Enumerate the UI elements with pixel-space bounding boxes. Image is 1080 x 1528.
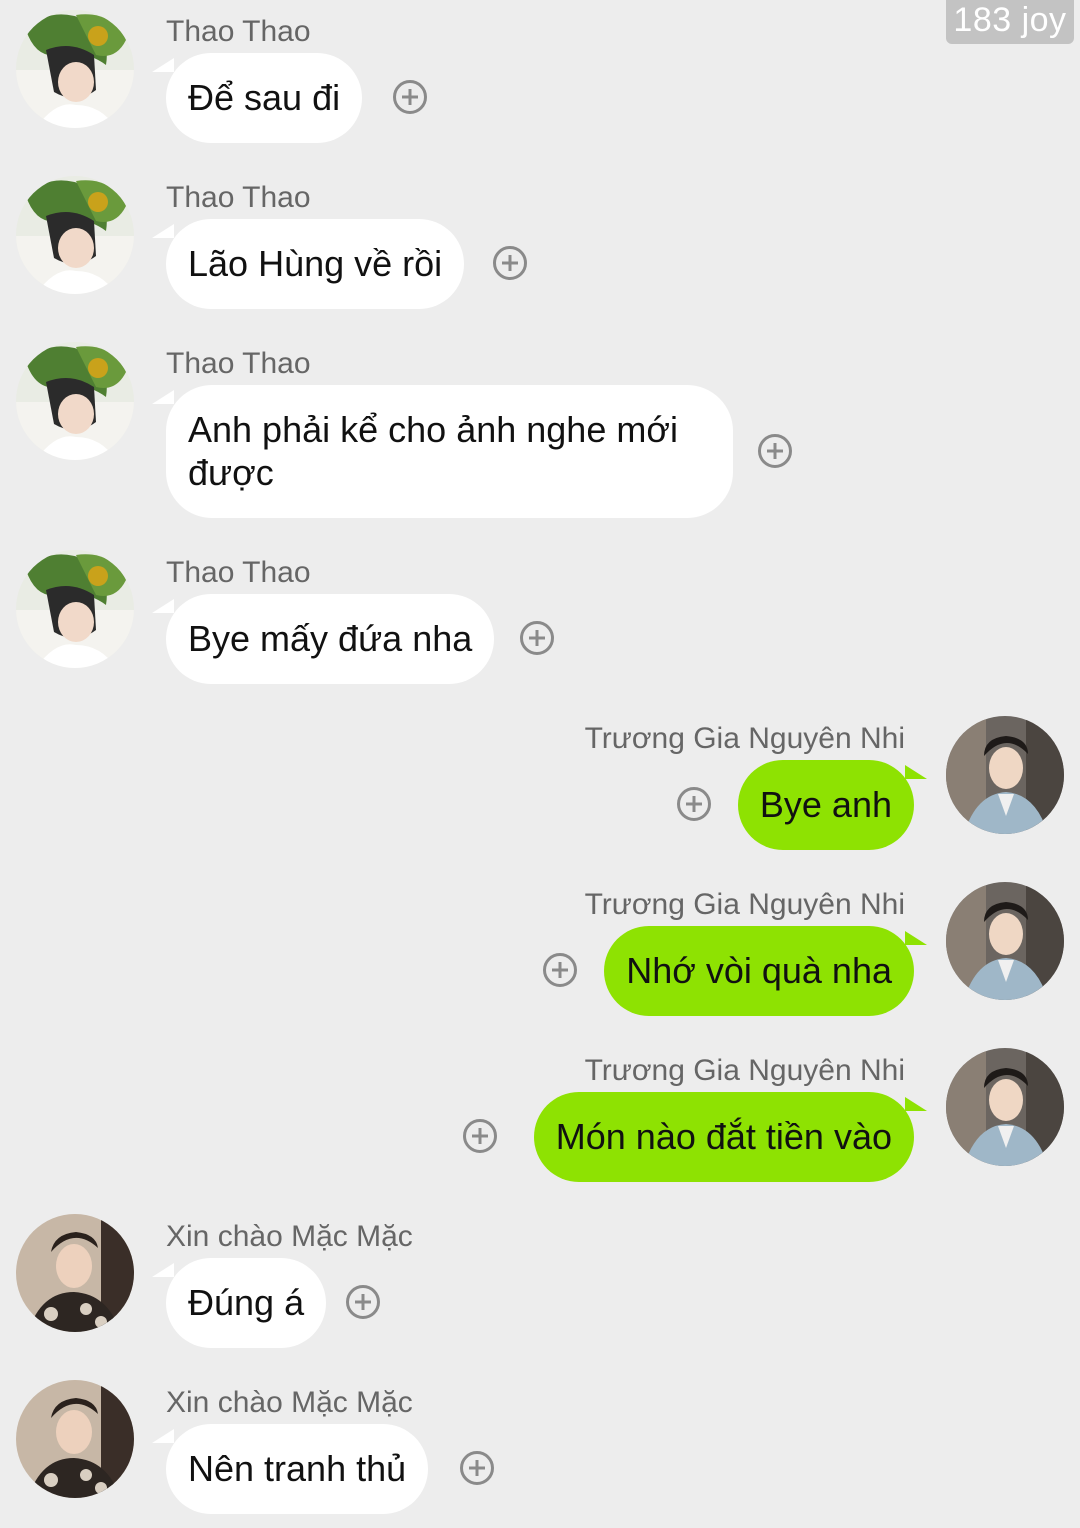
add-reaction-icon[interactable] bbox=[463, 1119, 497, 1153]
bubble-tail bbox=[905, 1097, 927, 1111]
bubble-tail bbox=[152, 1429, 174, 1443]
message-bubble[interactable]: Bye mấy đứa nha bbox=[166, 594, 495, 684]
message-bubble[interactable]: Lão Hùng về rồi bbox=[166, 219, 465, 309]
avatar[interactable] bbox=[946, 716, 1064, 834]
sender-name: Thao Thao bbox=[166, 15, 311, 48]
sender-name: Thao Thao bbox=[166, 556, 311, 589]
add-reaction-icon[interactable] bbox=[346, 1285, 380, 1319]
message-bubble[interactable]: Đúng á bbox=[166, 1258, 327, 1348]
add-reaction-icon[interactable] bbox=[543, 953, 577, 987]
message-bubble[interactable]: Nhớ vòi quà nha bbox=[604, 926, 914, 1016]
add-reaction-icon[interactable] bbox=[520, 621, 554, 655]
sender-name: Xin chào Mặc Mặc bbox=[166, 1386, 413, 1419]
avatar[interactable] bbox=[16, 342, 134, 460]
add-reaction-icon[interactable] bbox=[460, 1451, 494, 1485]
sender-name: Trương Gia Nguyên Nhi bbox=[584, 722, 905, 755]
bubble-tail bbox=[152, 599, 174, 613]
add-reaction-icon[interactable] bbox=[493, 246, 527, 280]
message-bubble[interactable]: Món nào đắt tiền vào bbox=[533, 1092, 914, 1182]
sender-name: Thao Thao bbox=[166, 181, 311, 214]
sender-name: Trương Gia Nguyên Nhi bbox=[584, 888, 905, 921]
avatar[interactable] bbox=[16, 176, 134, 294]
message-bubble[interactable]: Nên tranh thủ bbox=[166, 1424, 429, 1514]
sender-name: Trương Gia Nguyên Nhi bbox=[584, 1054, 905, 1087]
message-bubble[interactable]: Anh phải kể cho ảnh nghe mới được bbox=[166, 385, 733, 518]
add-reaction-icon[interactable] bbox=[393, 80, 427, 114]
bubble-tail bbox=[905, 765, 927, 779]
add-reaction-icon[interactable] bbox=[677, 787, 711, 821]
message-bubble[interactable]: Để sau đi bbox=[166, 53, 363, 143]
bubble-tail bbox=[152, 1263, 174, 1277]
watermark: 183 joy bbox=[946, 0, 1074, 44]
sender-name: Xin chào Mặc Mặc bbox=[166, 1220, 413, 1253]
bubble-tail bbox=[152, 224, 174, 238]
avatar[interactable] bbox=[946, 882, 1064, 1000]
message-bubble[interactable]: Bye anh bbox=[737, 760, 914, 850]
bubble-tail bbox=[905, 931, 927, 945]
avatar[interactable] bbox=[16, 10, 134, 128]
avatar[interactable] bbox=[16, 1214, 134, 1332]
avatar[interactable] bbox=[16, 550, 134, 668]
avatar[interactable] bbox=[946, 1048, 1064, 1166]
bubble-tail bbox=[152, 390, 174, 404]
bubble-tail bbox=[152, 58, 174, 72]
add-reaction-icon[interactable] bbox=[758, 434, 792, 468]
avatar[interactable] bbox=[16, 1380, 134, 1498]
sender-name: Thao Thao bbox=[166, 347, 311, 380]
